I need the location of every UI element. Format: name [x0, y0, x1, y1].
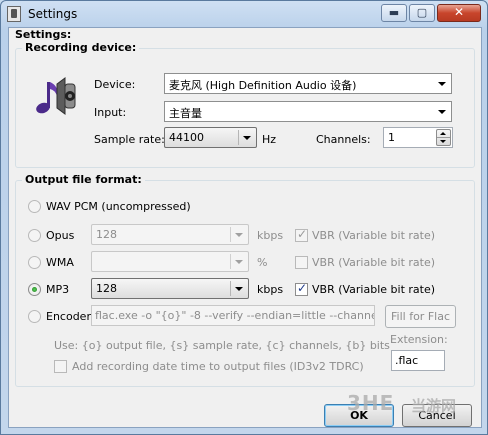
input-label: Input: [94, 106, 127, 119]
wma-vbr-label: VBR (Variable bit rate) [312, 256, 436, 269]
mp3-radio[interactable] [28, 283, 41, 296]
opus-bitrate-value: 128 [96, 228, 117, 241]
spin-divider [437, 137, 450, 138]
mp3-label: MP3 [46, 283, 70, 296]
opus-unit: kbps [257, 229, 284, 242]
settings-heading: Settings: [15, 28, 72, 41]
wma-separator [230, 254, 231, 269]
title-bar[interactable]: Settings ▬ ▢ ✕ [1, 1, 487, 27]
app-icon [7, 6, 21, 22]
minimize-icon: ▬ [388, 6, 400, 19]
opus-radio[interactable] [28, 229, 41, 242]
device-label: Device: [94, 78, 136, 91]
device-chevron-down-icon [438, 82, 446, 86]
wma-vbr-checkbox[interactable] [295, 256, 308, 269]
add-date-label: Add recording date time to output files … [72, 360, 364, 373]
mp3-vbr-label: VBR (Variable bit rate) [312, 283, 436, 296]
wav-radio[interactable] [28, 200, 41, 213]
wma-quality-dropdown[interactable] [91, 251, 249, 272]
maximize-icon: ▢ [416, 6, 428, 19]
sample-rate-label: Sample rate: [94, 133, 165, 146]
channels-spin-buttons[interactable] [436, 129, 451, 146]
input-value: 主音量 [169, 107, 202, 120]
wma-unit: % [257, 256, 268, 269]
close-button[interactable]: ✕ [437, 4, 481, 22]
output-format-title: Output file format: [22, 173, 145, 186]
settings-window: Settings ▬ ▢ ✕ Settings: Recording devic… [0, 0, 488, 435]
minimize-button[interactable]: ▬ [381, 4, 407, 22]
encoder-command-input[interactable]: flac.exe -o "{o}" -8 --verify --endian=l… [91, 305, 375, 326]
close-icon: ✕ [453, 5, 465, 19]
encoder-radio[interactable] [28, 310, 41, 323]
mp3-separator [230, 281, 231, 296]
channels-label: Channels: [316, 133, 371, 146]
spin-down-icon [440, 140, 446, 143]
watermark-site-name: 当游网 [411, 397, 457, 415]
channels-value: 1 [388, 131, 395, 144]
channels-spinner[interactable]: 1 [383, 127, 453, 148]
extension-input[interactable]: .flac [391, 350, 445, 371]
sample-rate-value: 44100 [169, 131, 204, 144]
wav-label: WAV PCM (uncompressed) [46, 200, 191, 213]
device-value: 麦克风 (High Definition Audio 设备) [169, 79, 357, 92]
recording-device-title: Recording device: [22, 41, 140, 54]
encoder-command-value: flac.exe -o "{o}" -8 --verify --endian=l… [95, 309, 374, 322]
wma-radio[interactable] [28, 256, 41, 269]
opus-vbr-checkbox[interactable] [295, 227, 308, 242]
window-controls: ▬ ▢ ✕ [381, 4, 481, 22]
opus-separator [230, 227, 231, 242]
sample-rate-separator [238, 130, 239, 145]
hz-label: Hz [262, 133, 277, 146]
watermark-3he: 3HE [347, 391, 395, 415]
opus-label: Opus [46, 229, 75, 242]
speaker-music-icon [36, 77, 76, 115]
opus-vbr-label: VBR (Variable bit rate) [312, 229, 436, 242]
wma-chevron-down-icon [235, 260, 243, 264]
fill-for-flac-button[interactable]: Fill for Flac [385, 305, 456, 328]
mp3-bitrate-dropdown[interactable]: 128 [91, 278, 249, 299]
sample-rate-dropdown[interactable]: 44100 [164, 127, 257, 148]
spin-up-icon [440, 132, 446, 135]
mp3-unit: kbps [257, 283, 284, 296]
sample-rate-chevron-down-icon [243, 136, 251, 140]
window-title: Settings [28, 7, 78, 21]
extension-value: .flac [395, 354, 419, 367]
wma-label: WMA [46, 256, 74, 269]
input-chevron-down-icon [438, 110, 446, 114]
mp3-chevron-down-icon [235, 287, 243, 291]
encoder-label: Encoder [46, 310, 91, 323]
input-dropdown[interactable]: 主音量 [164, 101, 452, 122]
dialog-body: Settings: Recording device: Device: 麦克风 … [8, 27, 482, 428]
maximize-button[interactable]: ▢ [409, 4, 435, 22]
opus-bitrate-dropdown[interactable]: 128 [91, 224, 249, 245]
mp3-vbr-checkbox[interactable] [295, 281, 308, 296]
extension-label: Extension: [390, 333, 448, 346]
use-hint: Use: {o} output file, {s} sample rate, {… [54, 339, 390, 352]
device-dropdown[interactable]: 麦克风 (High Definition Audio 设备) [164, 73, 452, 94]
add-date-checkbox[interactable] [54, 360, 67, 373]
mp3-bitrate-value: 128 [96, 282, 117, 295]
opus-chevron-down-icon [235, 233, 243, 237]
